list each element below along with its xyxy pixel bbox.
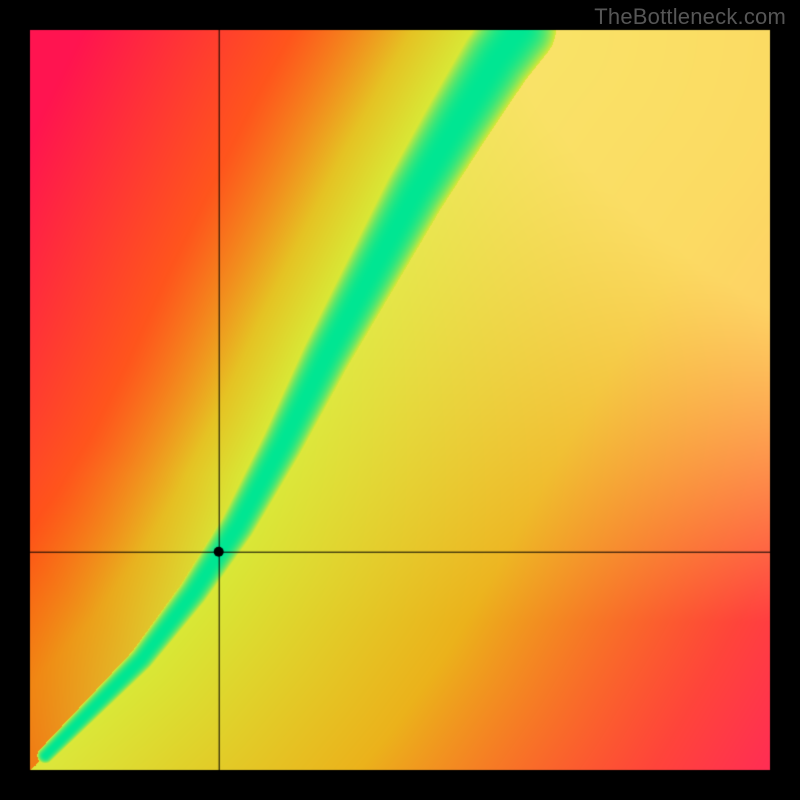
chart-container: TheBottleneck.com <box>0 0 800 800</box>
heatmap-canvas <box>0 0 800 800</box>
watermark-text: TheBottleneck.com <box>594 4 786 30</box>
